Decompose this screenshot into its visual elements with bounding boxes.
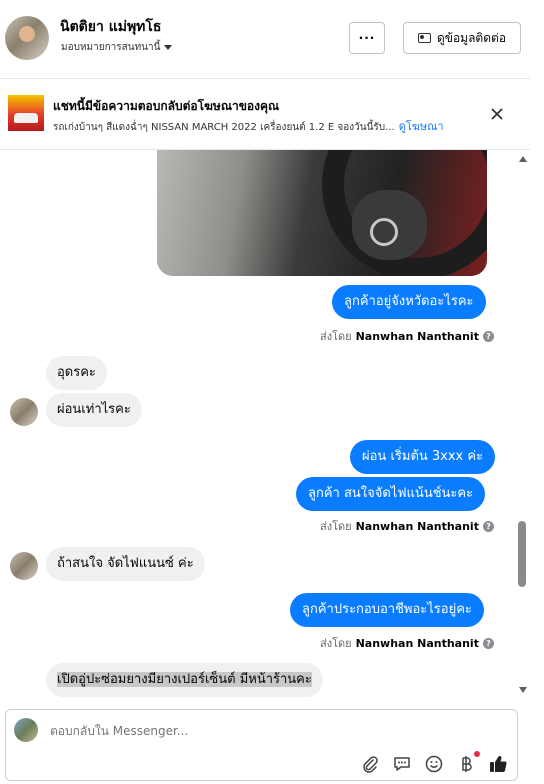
scroll-down-arrow[interactable]: [519, 687, 527, 693]
chat-bubble-icon[interactable]: [392, 754, 412, 774]
incoming-message[interactable]: เปิดอู่ปะซ่อมยางมียางเปอร์เซ็นต์ มีหน้าร…: [46, 663, 323, 697]
sender-name: Nanwhan Nanthanit: [355, 329, 479, 343]
sender-name: Nanwhan Nanthanit: [355, 519, 479, 533]
incoming-message[interactable]: ผ่อนเท่าไรคะ: [46, 393, 142, 427]
sent-by-prefix: ส่งโดย: [320, 520, 352, 533]
outgoing-message[interactable]: ลูกค้าประกอบอาชีพอะไรอยู่คะ: [290, 593, 484, 627]
baht-icon[interactable]: [456, 754, 476, 774]
sent-by-label: ส่งโดย Nanwhan Nanthanit?: [320, 634, 494, 652]
conversation-header: นิตติยา แม่พุทโธ มอบหมายการสนทนานี้ ··· …: [0, 0, 530, 79]
scrollbar-thumb[interactable]: [518, 521, 526, 587]
sent-by-prefix: ส่งโดย: [320, 637, 352, 650]
ad-thumbnail[interactable]: [8, 95, 44, 131]
sender-name: Nanwhan Nanthanit: [355, 636, 479, 650]
view-contact-label: ดูข้อมูลติดต่อ: [436, 30, 507, 45]
paperclip-icon[interactable]: [360, 754, 380, 774]
close-icon[interactable]: [488, 105, 506, 123]
highlighted-text: เปิดอู่ปะซ่อมยางมียางเปอร์เซ็นต์ มีหน้าร…: [57, 672, 312, 687]
view-contact-button[interactable]: ดูข้อมูลติดต่อ: [403, 22, 521, 54]
ad-description: รถเก่งบ้านๆ สีแดงฉ่ำๆ NISSAN MARCH 2022 …: [53, 122, 395, 133]
view-ad-link[interactable]: ดูโฆษณา: [399, 120, 444, 133]
contact-avatar-small[interactable]: [10, 552, 38, 580]
outgoing-message[interactable]: ลูกค้าอยู่จังหวัดอะไรคะ: [332, 285, 486, 319]
more-options-button[interactable]: ···: [349, 22, 385, 54]
scroll-up-arrow[interactable]: [519, 156, 527, 162]
ad-banner-subtitle: รถเก่งบ้านๆ สีแดงฉ่ำๆ NISSAN MARCH 2022 …: [53, 117, 444, 135]
notification-dot: [474, 751, 480, 757]
contact-avatar[interactable]: [5, 16, 49, 60]
image-attachment[interactable]: [157, 150, 487, 276]
caret-down-icon: [164, 45, 173, 50]
help-icon[interactable]: ?: [482, 330, 494, 342]
incoming-message[interactable]: อุดรคะ: [46, 356, 107, 390]
thumbs-up-icon[interactable]: [488, 754, 508, 774]
outgoing-message[interactable]: ผ่อน เริ่มต้น 3xxx ค่ะ: [350, 440, 496, 474]
ad-reply-banner: แชทนี้มีข้อความตอบกลับต่อโฆษณาของคุณ รถเ…: [0, 79, 530, 150]
contact-avatar-small[interactable]: [10, 398, 38, 426]
sent-by-label: ส่งโดย Nanwhan Nanthanit?: [320, 327, 494, 345]
help-icon[interactable]: ?: [482, 520, 494, 532]
sent-by-prefix: ส่งโดย: [320, 330, 352, 343]
assign-conversation-dropdown[interactable]: มอบหมายการสนทนานี้: [61, 40, 173, 55]
help-icon[interactable]: ?: [482, 637, 494, 649]
message-thread[interactable]: ลูกค้าอยู่จังหวัดอะไรคะ ส่งโดย Nanwhan Na…: [0, 150, 530, 705]
contact-name[interactable]: นิตติยา แม่พุทโธ: [60, 16, 161, 38]
page-avatar: [14, 718, 38, 742]
assign-label: มอบหมายการสนทนานี้: [61, 42, 161, 53]
outgoing-message[interactable]: ลูกค้า สนใจจัดไฟแน้นช์นะคะ: [296, 477, 486, 511]
reply-input[interactable]: [50, 724, 350, 738]
ad-banner-title: แชทนี้มีข้อความตอบกลับต่อโฆษณาของคุณ: [53, 99, 280, 113]
incoming-message[interactable]: ถ้าสนใจ จัดไฟแนนซ์ ค่ะ: [46, 547, 205, 581]
contact-card-icon: [417, 33, 431, 43]
sent-by-label: ส่งโดย Nanwhan Nanthanit?: [320, 517, 494, 535]
smiley-icon[interactable]: [424, 754, 444, 774]
message-composer: [5, 709, 518, 781]
